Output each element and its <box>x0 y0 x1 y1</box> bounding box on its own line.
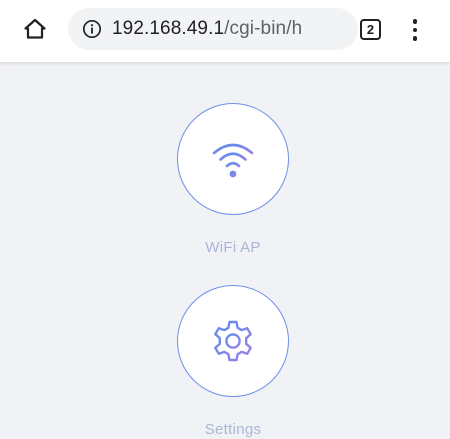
tab-switcher-button[interactable]: 2 <box>360 19 381 40</box>
url-host: 192.168.49.1 <box>112 18 225 39</box>
url-path: /cgi-bin/h <box>224 18 303 39</box>
info-icon[interactable] <box>82 19 102 39</box>
browser-toolbar: 192.168.49.1/cgi-bin/h 2 <box>0 0 450 63</box>
wifi-ap-tile[interactable]: WiFi AP <box>175 103 291 256</box>
home-icon <box>24 18 46 39</box>
address-bar[interactable]: 192.168.49.1/cgi-bin/h <box>68 8 358 50</box>
settings-button[interactable] <box>177 285 289 397</box>
wifi-icon <box>212 143 254 178</box>
wifi-ap-label: WiFi AP <box>205 239 261 256</box>
home-button[interactable] <box>18 12 52 46</box>
gear-icon <box>214 320 252 362</box>
url-text: 192.168.49.1/cgi-bin/h <box>112 18 302 40</box>
settings-label: Settings <box>204 421 262 438</box>
settings-tile[interactable]: Settings <box>175 285 291 438</box>
wifi-ap-button[interactable] <box>177 103 289 215</box>
more-vert-icon[interactable] <box>405 14 425 46</box>
